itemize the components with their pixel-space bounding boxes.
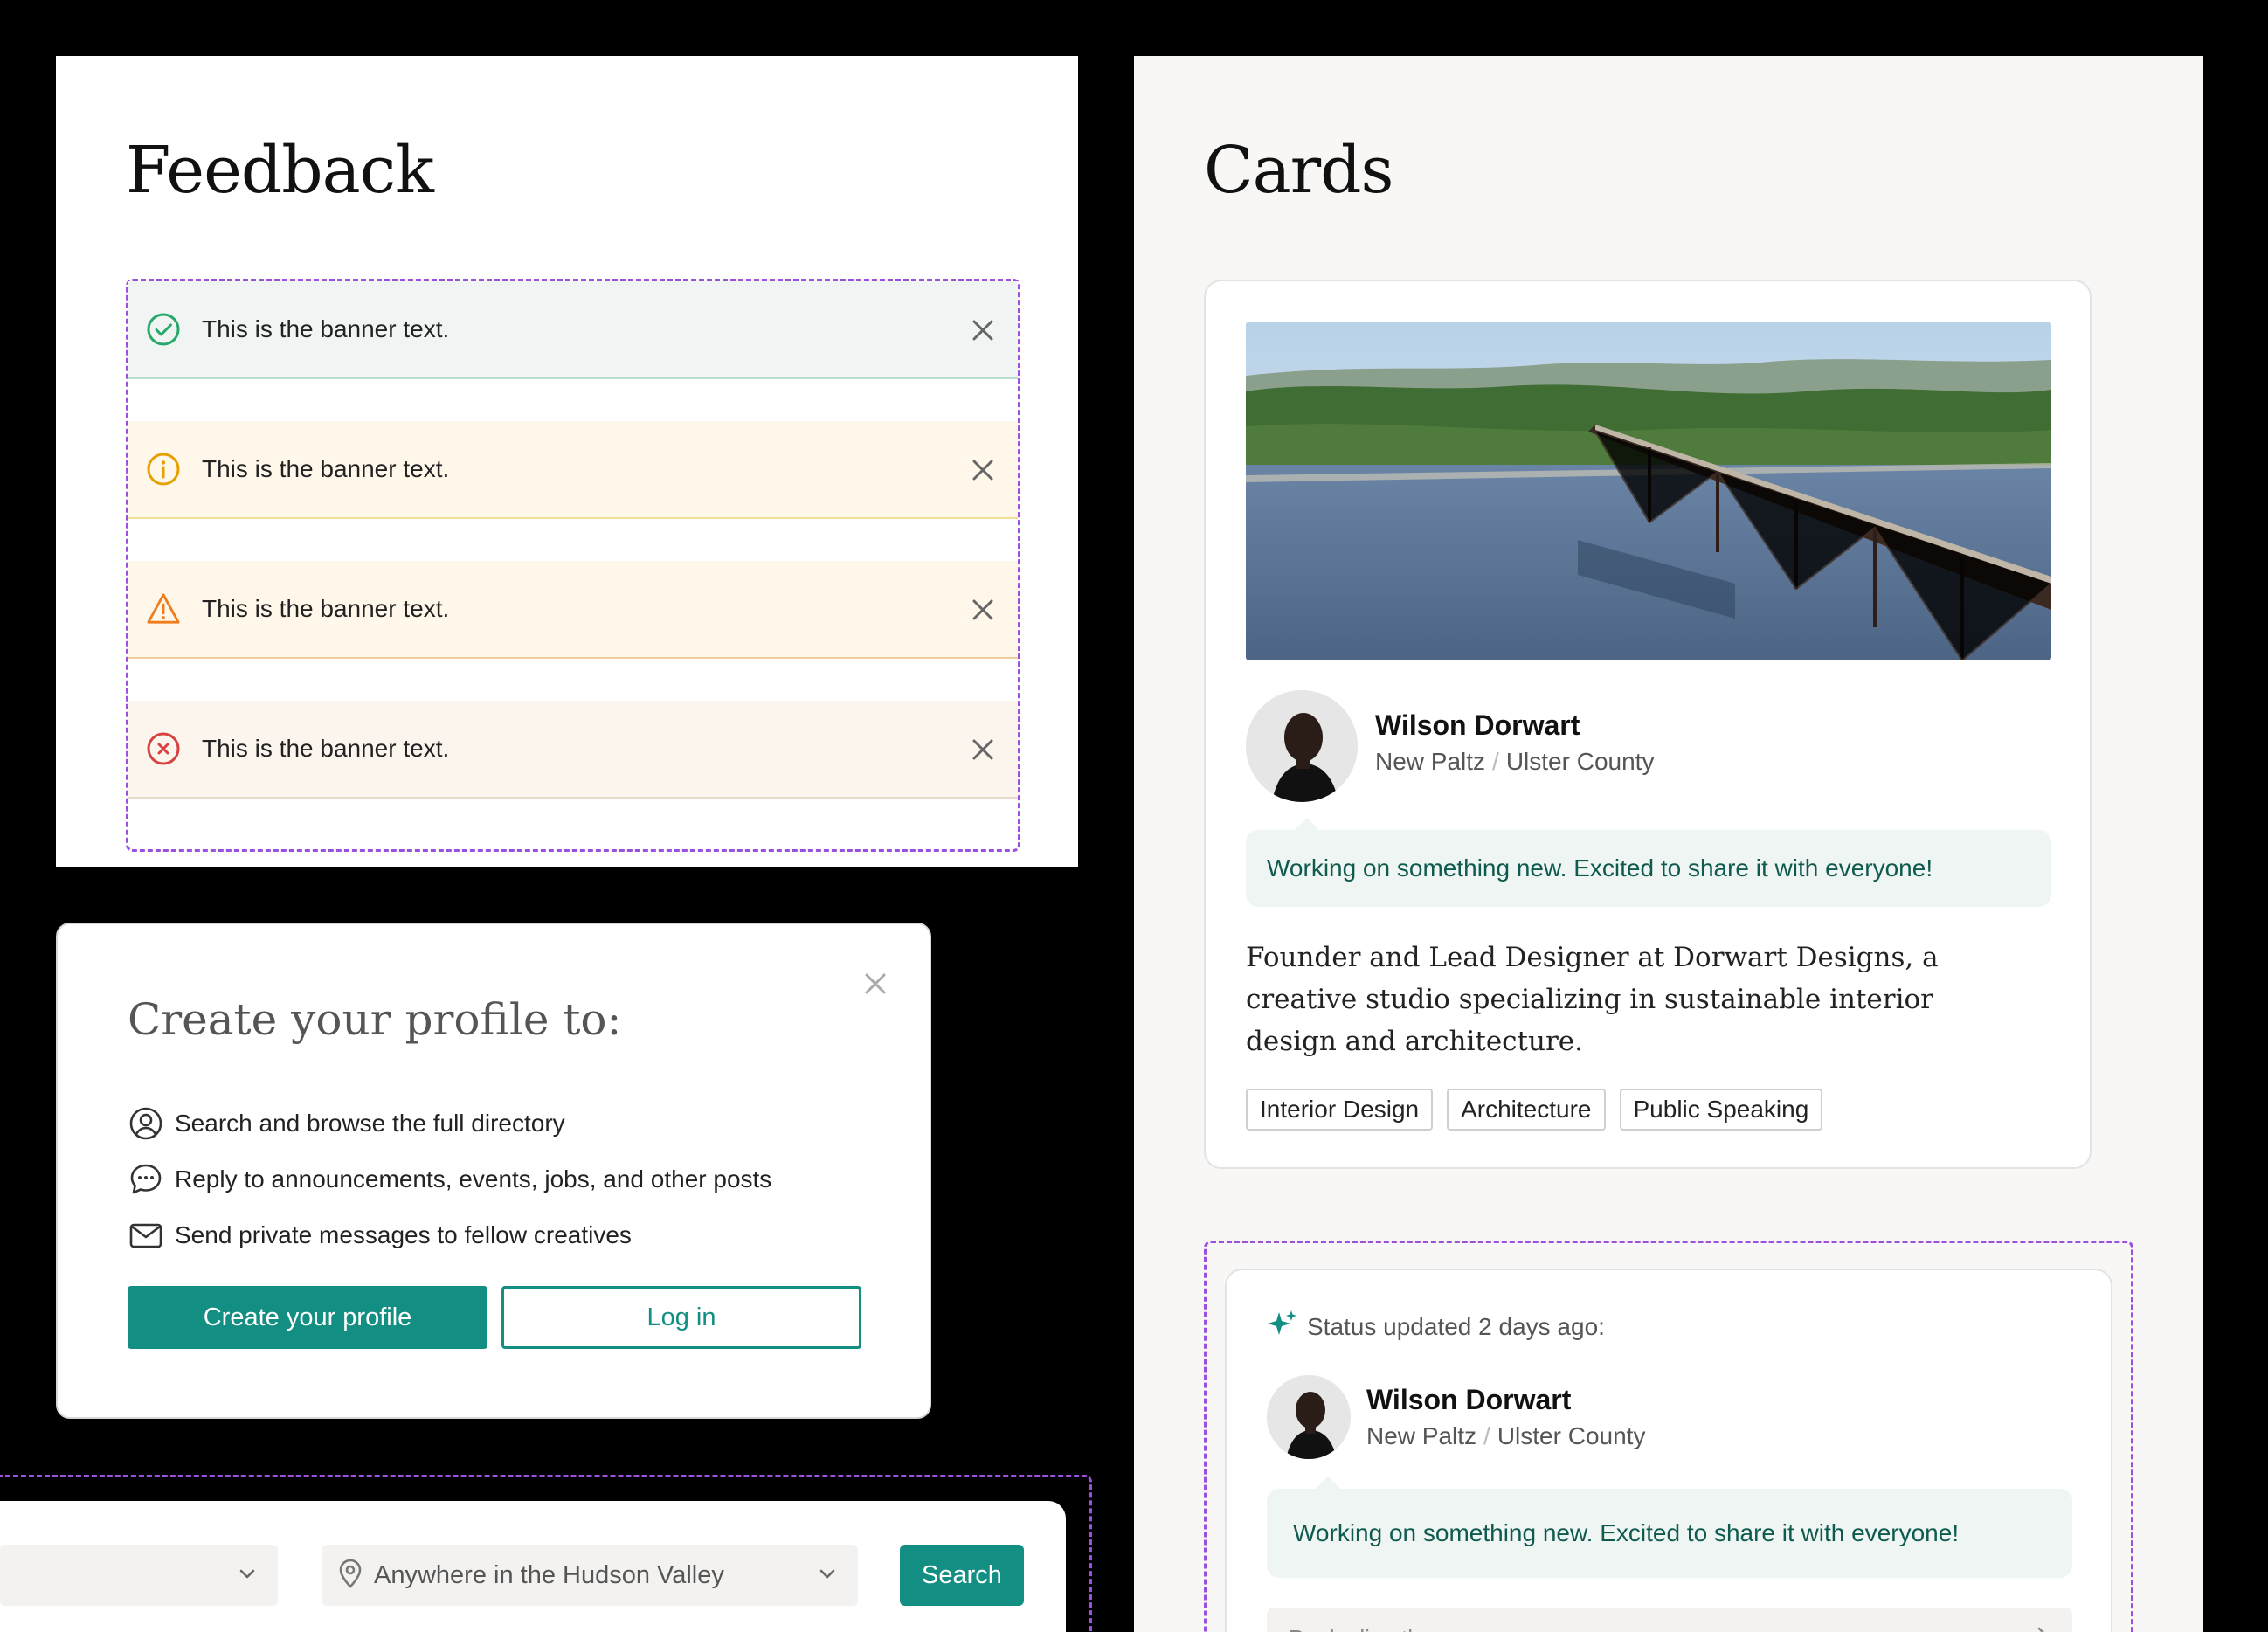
location-select[interactable]: Anywhere in the Hudson Valley [322,1545,858,1606]
banner-text: This is the banner text. [202,315,450,342]
avatar[interactable] [1267,1375,1351,1459]
feedback-panel: Feedback This is the banner text. This i… [56,56,1078,867]
close-icon[interactable] [965,592,1000,627]
log-in-button[interactable]: Log in [501,1286,861,1349]
chevron-down-icon [236,1562,259,1589]
map-pin-icon [337,1559,363,1593]
reply-input[interactable]: Reply directly [1267,1608,2072,1632]
x-circle-icon [146,731,181,766]
info-banner: This is the banner text. [128,421,1018,519]
status-bubble: Working on something new. Excited to sha… [1246,818,2051,907]
status-card[interactable]: Status updated 2 days ago: Wilson Dorwar… [1225,1269,2112,1632]
location-select-value: Anywhere in the Hudson Valley [374,1560,724,1589]
modal-title: Create your profile to: [128,994,622,1045]
error-banner: This is the banner text. [128,701,1018,799]
tag[interactable]: Interior Design [1246,1089,1434,1131]
sparkle-icon [1267,1309,1298,1345]
profile-card[interactable]: Wilson Dorwart New Paltz / Ulster County W… [1204,280,2092,1169]
county: Ulster County [1505,748,1655,775]
person-name[interactable]: Wilson Dorwart [1366,1384,1571,1416]
cards-title: Cards [1204,133,1393,208]
search-button[interactable]: Search [900,1545,1024,1606]
status-header-text: Status updated 2 days ago: [1307,1312,1605,1340]
tag-list: Interior Design Architecture Public Spea… [1246,1089,1823,1131]
separator: / [1483,1422,1490,1449]
list-item: Reply to announcements, events, jobs, an… [128,1151,771,1207]
chat-bubble-icon [128,1161,164,1198]
check-circle-icon [146,312,181,347]
banner-text: This is the banner text. [202,595,450,622]
banner-text: This is the banner text. [202,455,450,482]
success-banner: This is the banner text. [128,281,1018,379]
close-icon[interactable] [965,732,1000,767]
warning-triangle-icon [146,591,181,626]
tag[interactable]: Public Speaking [1619,1089,1823,1131]
status-header: Status updated 2 days ago: [1267,1309,1605,1345]
person-name[interactable]: Wilson Dorwart [1375,709,1580,742]
city: New Paltz [1375,748,1486,775]
tag[interactable]: Architecture [1447,1089,1606,1131]
list-item-text: Reply to announcements, events, jobs, an… [175,1165,772,1193]
warning-banner: This is the banner text. [128,561,1018,659]
status-bubble: Working on something new. Excited to sha… [1267,1476,2072,1578]
category-select[interactable] [0,1545,278,1606]
cards-panel: Cards Wilson Dorwart New Paltz / Ulster … [1134,56,2203,1632]
user-circle-icon [128,1105,164,1142]
banner-text: This is the banner text. [202,735,450,762]
create-profile-button[interactable]: Create your profile [128,1286,487,1349]
benefit-list: Search and browse the full directory Rep… [128,1096,771,1263]
separator: / [1492,748,1499,775]
chevron-right-icon [2030,1623,2053,1632]
reply-placeholder: Reply directly [1288,1625,1424,1632]
banner-group: This is the banner text. This is the ban… [126,279,1020,852]
chevron-down-icon [816,1562,839,1589]
person-location: New Paltz / Ulster County [1366,1422,1645,1450]
envelope-icon [128,1217,164,1254]
close-icon[interactable] [965,453,1000,488]
city: New Paltz [1366,1422,1477,1449]
close-icon[interactable] [965,313,1000,348]
card-photo [1246,322,2051,660]
bio: Founder and Lead Designer at Dorwart Des… [1246,942,1939,1057]
list-item: Send private messages to fellow creative… [128,1207,771,1263]
create-profile-modal: Create your profile to: Search and brows… [56,923,931,1419]
avatar[interactable] [1246,690,1358,802]
list-item: Search and browse the full directory [128,1096,771,1151]
person-location: New Paltz / Ulster County [1375,748,1654,776]
county: Ulster County [1497,1422,1646,1449]
info-circle-icon [146,452,181,487]
list-item-text: Send private messages to fellow creative… [175,1221,632,1248]
feedback-title: Feedback [126,133,434,208]
close-icon[interactable] [860,968,891,999]
list-item-text: Search and browse the full directory [175,1110,565,1137]
